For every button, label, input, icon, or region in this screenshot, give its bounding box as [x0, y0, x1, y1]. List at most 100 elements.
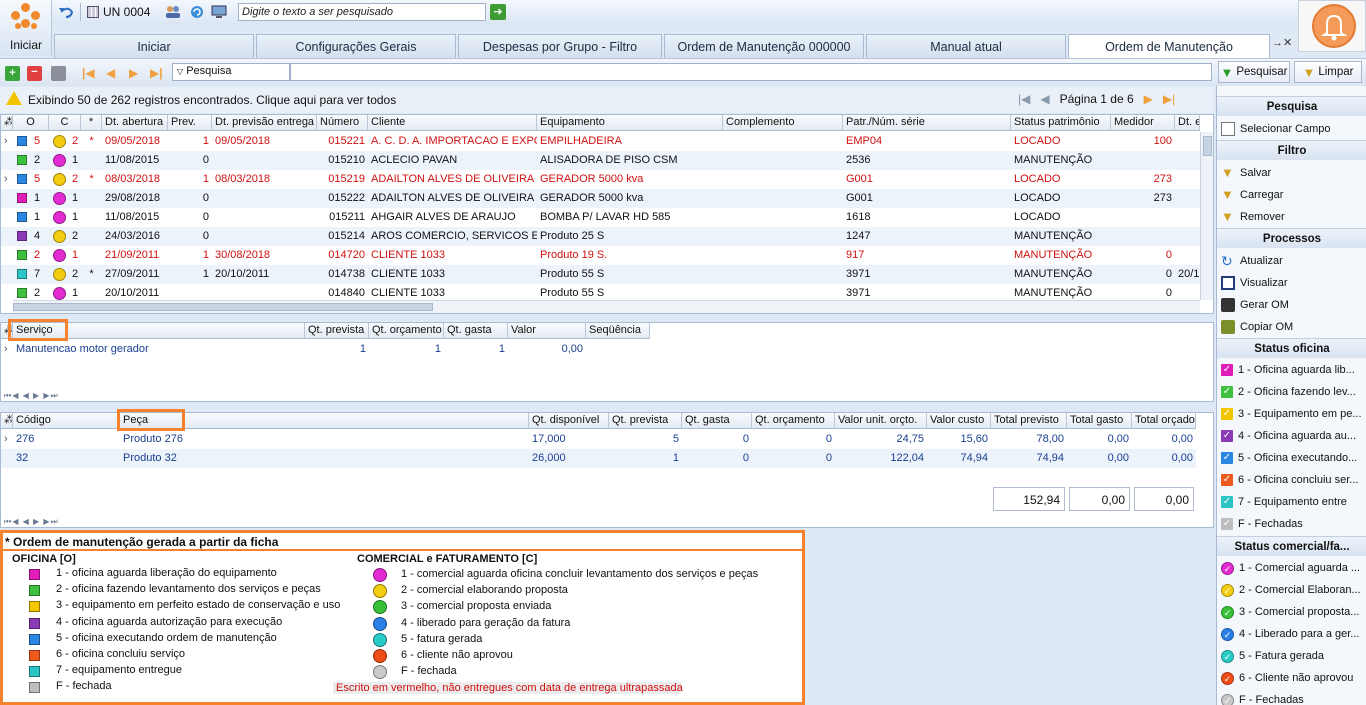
column-header[interactable]: Valor custo	[927, 413, 991, 429]
comercial-status-filter[interactable]: ✓ 4 - Liberado para a ger...	[1221, 624, 1363, 644]
table-row[interactable]: 1 1 29/08/2018 0 015222 ADAILTON ALVES DE OLI…	[1, 189, 1200, 208]
notification-button[interactable]	[1298, 0, 1366, 52]
horizontal-scrollbar[interactable]	[13, 300, 1200, 313]
check-circle-icon[interactable]: ✓	[1221, 561, 1234, 575]
grid-corner[interactable]: ⁂	[1, 115, 13, 131]
clear-button[interactable]: ▼ Limpar	[1294, 61, 1362, 83]
copy-om-item[interactable]: Copiar OM	[1221, 317, 1363, 337]
column-header[interactable]: Total orçado	[1132, 413, 1196, 429]
comercial-status-filter[interactable]: ✓ F - Fechadas	[1221, 690, 1363, 705]
table-row[interactable]: 32 Produto 32 26,000 1 0 0 122,04 74,94 74,94 0,0…	[1, 449, 1196, 468]
column-header[interactable]: C	[49, 115, 81, 131]
table-row[interactable]: 7 2 * 27/09/2011 1 20/10/2011 014738 CLIENTE 10…	[1, 265, 1200, 284]
column-header[interactable]: O	[13, 115, 49, 131]
checkbox-icon[interactable]: ✓	[1221, 430, 1233, 442]
table-row[interactable]: › 276 Produto 276 17,000 5 0 0 24,75 15,60 78,00 0…	[1, 430, 1196, 449]
column-header[interactable]: Qt. orçamento	[752, 413, 835, 429]
oficina-status-filter[interactable]: ✓ F - Fechadas	[1221, 514, 1363, 534]
column-header[interactable]: Número	[317, 115, 368, 131]
unit-selector[interactable]: UN 0004	[87, 2, 150, 22]
check-circle-icon[interactable]: ✓	[1221, 583, 1234, 597]
remove-icon[interactable]: −	[27, 66, 42, 81]
search-button[interactable]: ▼ Pesquisar	[1218, 61, 1290, 83]
table-row[interactable]: 2 1 11/08/2015 0 015210 ACLECIO PAVAN ALISADOR…	[1, 151, 1200, 170]
checkbox-icon[interactable]: ✓	[1221, 474, 1233, 486]
save-filter-item[interactable]: ▼ Salvar	[1221, 163, 1363, 183]
column-header[interactable]: *	[81, 115, 102, 131]
column-header[interactable]: Qt. disponível	[529, 413, 609, 429]
column-header[interactable]: Cliente	[368, 115, 537, 131]
table-row[interactable]: 1 1 11/08/2015 0 015211 AHGAIR ALVES DE ARAUJ…	[1, 208, 1200, 227]
oficina-status-filter[interactable]: ✓ 5 - Oficina executando...	[1221, 448, 1363, 468]
column-header[interactable]: Status patrimônio	[1011, 115, 1111, 131]
oficina-status-filter[interactable]: ✓ 6 - Oficina concluiu ser...	[1221, 470, 1363, 490]
add-icon[interactable]: +	[5, 66, 20, 81]
tab-configuracoes-gerais[interactable]: Configurações Gerais	[256, 34, 456, 58]
remove-filter-item[interactable]: ▼ Remover	[1221, 207, 1363, 227]
column-header[interactable]: Medidor	[1111, 115, 1175, 131]
check-circle-icon[interactable]: ✓	[1221, 671, 1234, 685]
service-grid-nav[interactable]: ⏮◀ ◀ ▶ ▶⏭	[4, 391, 59, 401]
users-icon[interactable]	[164, 2, 182, 22]
generate-om-item[interactable]: Gerar OM	[1221, 295, 1363, 315]
checkbox-icon[interactable]: ✓	[1221, 518, 1233, 530]
table-row[interactable]: › Manutencao motor gerador 1 1 1 0,00	[1, 340, 651, 359]
load-filter-item[interactable]: ▼ Carregar	[1221, 185, 1363, 205]
column-header[interactable]: Código	[13, 413, 120, 429]
column-header[interactable]: Dt. previsão entrega	[212, 115, 317, 131]
column-header[interactable]: Qt. gasta	[682, 413, 752, 429]
column-header[interactable]: Dt. abertura	[102, 115, 168, 131]
oficina-status-filter[interactable]: ✓ 3 - Equipamento em pe...	[1221, 404, 1363, 424]
checkbox-icon[interactable]: ✓	[1221, 386, 1233, 398]
column-header[interactable]: Qt. prevista	[609, 413, 682, 429]
filter-field-dropdown[interactable]: ▽ Pesquisa	[172, 63, 290, 81]
view-item[interactable]: Visualizar	[1221, 273, 1363, 293]
column-header[interactable]: Complemento	[723, 115, 843, 131]
check-circle-icon[interactable]: ✓	[1221, 693, 1234, 705]
column-header[interactable]: Qt. gasta	[444, 323, 508, 339]
refresh-icon[interactable]	[188, 2, 206, 22]
table-row[interactable]: › 5 2 * 08/03/2018 1 08/03/2018 015219 ADAILTON …	[1, 170, 1200, 189]
tab-ordem-manutencao[interactable]: Ordem de Manutenção	[1068, 34, 1270, 59]
comercial-status-filter[interactable]: ✓ 6 - Cliente não aprovou	[1221, 668, 1363, 688]
update-item[interactable]: ↻ Atualizar	[1221, 251, 1363, 271]
oficina-status-filter[interactable]: ✓ 7 - Equipamento entre	[1221, 492, 1363, 512]
tab-close-icon[interactable]: →✕	[1272, 36, 1292, 49]
column-header[interactable]: Qt. prevista	[305, 323, 369, 339]
column-header[interactable]: Valor	[508, 323, 586, 339]
grid-corner[interactable]: ⁂	[1, 413, 13, 429]
tab-iniciar[interactable]: Iniciar	[54, 34, 254, 58]
check-circle-icon[interactable]: ✓	[1221, 605, 1234, 619]
search-go-icon[interactable]: ➔	[490, 4, 506, 20]
column-header[interactable]: Seqüência	[586, 323, 650, 339]
first-page-icon[interactable]: |◀	[1018, 92, 1030, 106]
comercial-status-filter[interactable]: ✓ 3 - Comercial proposta...	[1221, 602, 1363, 622]
column-header[interactable]: Patr./Núm. série	[843, 115, 1011, 131]
column-header[interactable]: Total gasto	[1067, 413, 1132, 429]
last-page-icon[interactable]: ▶|	[1163, 92, 1175, 106]
table-row[interactable]: › 5 2 * 09/05/2018 1 09/05/2018 015221 A. C. D. …	[1, 132, 1200, 151]
tab-despesas-grupo[interactable]: Despesas por Grupo - Filtro	[458, 34, 662, 58]
tab-ordem-000000[interactable]: Ordem de Manutenção 000000	[664, 34, 864, 58]
check-circle-icon[interactable]: ✓	[1221, 627, 1234, 641]
next-record-icon[interactable]: ▶	[129, 66, 138, 80]
check-circle-icon[interactable]: ✓	[1221, 649, 1234, 663]
prev-page-icon[interactable]: ◀	[1040, 92, 1049, 106]
monitor-icon[interactable]	[210, 2, 228, 22]
oficina-status-filter[interactable]: ✓ 4 - Oficina aguarda au...	[1221, 426, 1363, 446]
undo-icon[interactable]	[56, 2, 76, 22]
column-header[interactable]: Dt. e	[1175, 115, 1200, 131]
next-page-icon[interactable]: ▶	[1144, 92, 1153, 106]
parts-grid-nav[interactable]: ⏮◀ ◀ ▶ ▶⏭	[4, 517, 59, 527]
comercial-status-filter[interactable]: ✓ 5 - Fatura gerada	[1221, 646, 1363, 666]
column-header[interactable]: Prev.	[168, 115, 212, 131]
global-search-input[interactable]: Digite o texto a ser pesquisado	[238, 3, 486, 21]
print-icon[interactable]	[51, 66, 66, 81]
column-header[interactable]: Total previsto	[991, 413, 1067, 429]
filter-input[interactable]	[290, 63, 1212, 81]
comercial-status-filter[interactable]: ✓ 2 - Comercial Elaboran...	[1221, 580, 1363, 600]
column-header[interactable]: Equipamento	[537, 115, 723, 131]
checkbox-icon[interactable]: ✓	[1221, 408, 1233, 420]
column-header[interactable]: Valor unit. orçto.	[835, 413, 927, 429]
oficina-status-filter[interactable]: ✓ 1 - Oficina aguarda lib...	[1221, 360, 1363, 380]
